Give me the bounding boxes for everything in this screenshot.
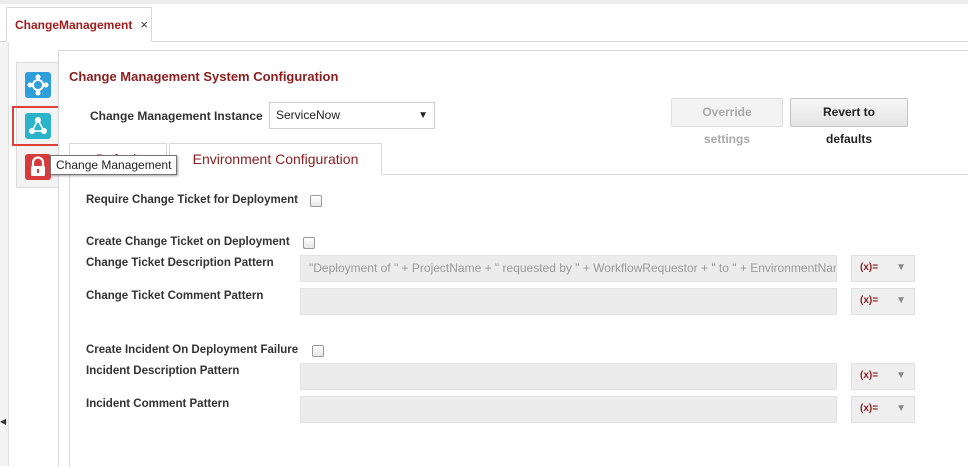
variable-picker-button[interactable]: (x)= ▼	[851, 255, 915, 282]
create-ticket-label: Create Change Ticket on Deployment	[86, 236, 290, 248]
incident-description-label: Incident Description Pattern	[86, 365, 240, 377]
document-tab-label: ChangeManagement	[15, 17, 133, 32]
variable-icon: (x)=	[860, 370, 879, 381]
environment-config-panel: Require Change Ticket for Deployment Cre…	[69, 175, 968, 467]
create-incident-label: Create Incident On Deployment Failure	[86, 344, 299, 356]
instance-select[interactable]: ServiceNow ▼	[269, 102, 435, 129]
variable-picker-button[interactable]: (x)= ▼	[851, 288, 915, 315]
chevron-down-icon: ▼	[896, 403, 906, 414]
settings-plugin-icon[interactable]	[25, 72, 51, 98]
create-incident-checkbox[interactable]	[312, 345, 324, 357]
ticket-comment-label: Change Ticket Comment Pattern	[86, 290, 264, 302]
instance-select-value: ServiceNow	[276, 108, 341, 122]
chevron-down-icon: ▼	[896, 295, 906, 306]
tab-environment-configuration[interactable]: Environment Configuration	[169, 143, 382, 175]
revert-to-defaults-button[interactable]: Revert to defaults	[790, 98, 908, 146]
tooltip: Change Management	[50, 155, 178, 175]
close-icon[interactable]: ×	[140, 17, 148, 32]
incident-comment-label: Incident Comment Pattern	[86, 398, 230, 410]
collapse-arrow-icon[interactable]: ◀	[0, 417, 6, 426]
main-content: Change Management System Configuration C…	[58, 50, 968, 467]
top-strip	[0, 0, 968, 4]
instance-label: Change Management Instance	[90, 109, 263, 123]
chevron-down-icon: ▼	[896, 262, 906, 273]
top-bar: ChangeManagement ×	[0, 0, 968, 42]
ticket-comment-input[interactable]	[300, 288, 837, 315]
variable-picker-button[interactable]: (x)= ▼	[851, 396, 915, 423]
variable-picker-button[interactable]: (x)= ▼	[851, 363, 915, 390]
ticket-description-input[interactable]: "Deployment of " + ProjectName + " reque…	[300, 255, 837, 282]
incident-description-input[interactable]	[300, 363, 837, 390]
page-title: Change Management System Configuration	[69, 69, 339, 84]
incident-comment-input[interactable]	[300, 396, 837, 423]
left-collapse-strip[interactable]	[0, 42, 9, 466]
override-settings-button[interactable]: Override settings	[671, 98, 783, 146]
variable-icon: (x)=	[860, 262, 879, 273]
require-ticket-label: Require Change Ticket for Deployment	[86, 194, 298, 206]
ticket-description-label: Change Ticket Description Pattern	[86, 257, 274, 269]
document-tab[interactable]: ChangeManagement ×	[6, 7, 152, 42]
selected-item-highlight	[12, 106, 62, 146]
chevron-down-icon: ▼	[896, 370, 906, 381]
variable-icon: (x)=	[860, 295, 879, 306]
chevron-down-icon: ▼	[418, 110, 428, 121]
require-ticket-checkbox[interactable]	[310, 195, 322, 207]
lock-icon[interactable]	[25, 154, 51, 180]
create-ticket-checkbox[interactable]	[303, 237, 315, 249]
variable-icon: (x)=	[860, 403, 879, 414]
